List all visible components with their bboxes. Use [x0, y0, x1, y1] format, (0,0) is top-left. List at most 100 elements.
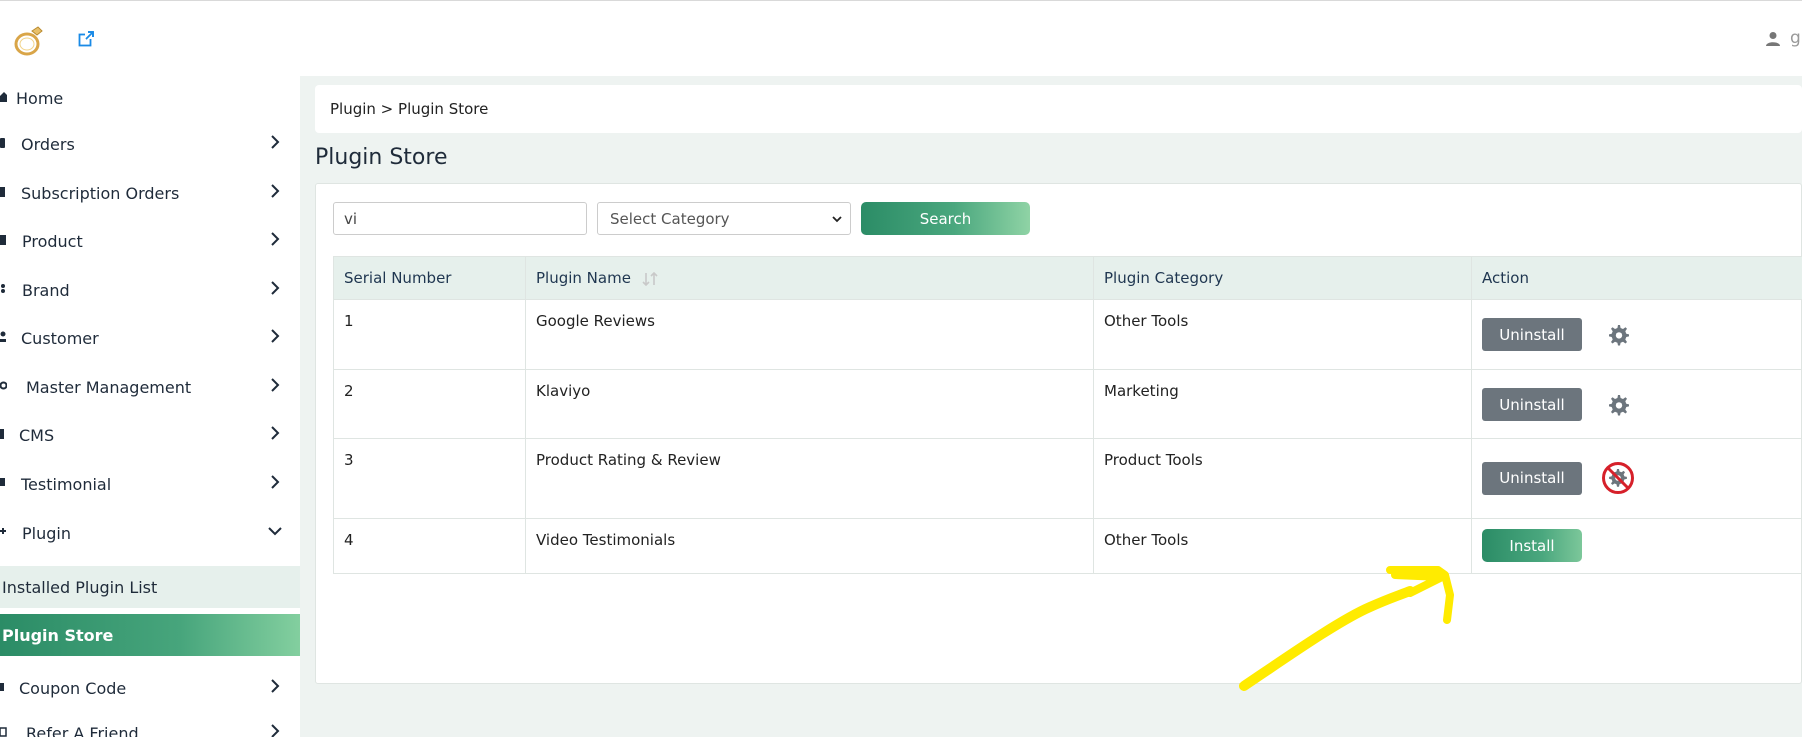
uninstall-button[interactable]: Uninstall [1482, 461, 1582, 495]
settings-disabled-icon[interactable] [1601, 461, 1635, 495]
chevron-right-icon [271, 135, 280, 149]
orders-icon [0, 138, 5, 148]
product-icon [0, 235, 6, 245]
chevron-right-icon [271, 329, 280, 343]
chevron-right-icon [271, 475, 280, 489]
chevron-right-icon [271, 378, 280, 392]
table-row: 3 Product Rating & Review Product Tools … [333, 438, 1802, 519]
external-link-icon[interactable] [78, 31, 94, 47]
chevron-right-icon [271, 281, 280, 295]
sidebar-item-customer[interactable]: Customer [0, 317, 300, 359]
breadcrumb[interactable]: Plugin > Plugin Store [330, 100, 488, 118]
sidebar-item-label: Testimonial [21, 474, 112, 494]
sidebar-subitem-label: Installed Plugin List [2, 577, 158, 597]
cell-plugin-name: Klaviyo [525, 369, 1094, 439]
install-button[interactable]: Install [1482, 529, 1582, 562]
chevron-right-icon [271, 679, 280, 693]
chevron-down-icon [832, 216, 842, 223]
testimonial-icon [0, 478, 5, 486]
sidebar-item-master-management[interactable]: Master Management [0, 366, 300, 408]
sidebar-subitem-installed-plugin-list[interactable]: Installed Plugin List [0, 566, 300, 608]
sidebar-subitem-label: Plugin Store [2, 625, 114, 645]
cell-action: Uninstall [1471, 369, 1802, 439]
plugin-table: Serial Number Plugin Name Plugin Categor… [333, 256, 1802, 574]
cell-plugin-category: Other Tools [1093, 299, 1472, 370]
sidebar-item-refer-a-friend[interactable]: Refer A Friend [0, 712, 300, 737]
uninstall-button[interactable]: Uninstall [1482, 318, 1582, 351]
sidebar-item-testimonial[interactable]: Testimonial [0, 463, 300, 505]
cell-serial: 1 [333, 299, 526, 370]
sidebar-item-label: CMS [19, 425, 55, 445]
sidebar-item-cms[interactable]: CMS [0, 414, 300, 456]
cell-action: Install [1471, 518, 1802, 574]
settings-icon[interactable] [1605, 392, 1631, 418]
table-row: 1 Google Reviews Other Tools Uninstall [333, 299, 1802, 370]
chevron-right-icon [271, 426, 280, 440]
sidebar-item-subscription-orders[interactable]: Subscription Orders [0, 172, 300, 214]
column-header-label: Plugin Name [536, 269, 631, 287]
sidebar-item-label: Product [22, 231, 83, 251]
gear-icon [0, 381, 7, 390]
brand-icon [1, 284, 5, 293]
top-bar: g [0, 0, 1802, 76]
ring-logo-icon[interactable] [12, 23, 46, 59]
column-header-serial: Serial Number [333, 256, 526, 300]
breadcrumb-bar: Plugin > Plugin Store [315, 85, 1802, 133]
uninstall-button[interactable]: Uninstall [1482, 388, 1582, 421]
column-header-plugin-category: Plugin Category [1093, 256, 1472, 300]
cell-serial: 3 [333, 438, 526, 519]
sidebar-item-label: Subscription Orders [21, 183, 180, 203]
sidebar-item-orders[interactable]: Orders [0, 123, 300, 165]
sidebar-item-label: Coupon Code [19, 678, 127, 698]
sidebar-item-label: Plugin [22, 523, 71, 543]
subscription-icon [0, 187, 5, 197]
cms-icon [0, 429, 4, 439]
search-button[interactable]: Search [861, 202, 1030, 235]
sidebar-item-label: Customer [21, 328, 99, 348]
page-title: Plugin Store [315, 145, 448, 170]
table-header-row: Serial Number Plugin Name Plugin Categor… [333, 256, 1802, 300]
sort-icon[interactable] [640, 271, 662, 286]
sidebar: Home Orders Subscription Orders Product … [0, 76, 300, 737]
cell-action: Uninstall [1471, 438, 1802, 519]
cell-plugin-category: Product Tools [1093, 438, 1472, 519]
settings-icon[interactable] [1605, 322, 1631, 348]
category-select-value: Select Category [610, 209, 730, 228]
cell-serial: 4 [333, 518, 526, 574]
user-name[interactable]: g [1790, 28, 1801, 48]
table-row: 2 Klaviyo Marketing Uninstall [333, 369, 1802, 439]
home-icon [0, 92, 7, 102]
column-header-action: Action [1471, 256, 1802, 300]
plugin-store-card: Select Category Search Serial Number Plu… [315, 183, 1802, 684]
sidebar-item-label: Orders [21, 134, 75, 154]
customer-icon [0, 331, 6, 342]
chevron-right-icon [271, 184, 280, 198]
sidebar-subitem-plugin-store[interactable]: Plugin Store [0, 614, 300, 656]
sidebar-item-brand[interactable]: Brand [0, 269, 300, 311]
cell-plugin-category: Marketing [1093, 369, 1472, 439]
table-row: 4 Video Testimonials Other Tools Install [333, 518, 1802, 574]
column-header-plugin-name[interactable]: Plugin Name [525, 256, 1094, 300]
sidebar-item-coupon-code[interactable]: Coupon Code [0, 667, 300, 709]
cell-action: Uninstall [1471, 299, 1802, 370]
sidebar-item-plugin[interactable]: Plugin [0, 512, 300, 554]
coupon-icon [0, 683, 4, 691]
annotation-arrow-icon [1239, 566, 1454, 691]
main-content: Plugin > Plugin Store Plugin Store Selec… [300, 76, 1802, 737]
sidebar-item-home[interactable]: Home [0, 77, 300, 119]
user-icon[interactable] [1765, 31, 1781, 47]
sidebar-item-product[interactable]: Product [0, 220, 300, 262]
chevron-right-icon [271, 724, 280, 737]
category-select[interactable]: Select Category [597, 202, 851, 235]
chevron-right-icon [271, 232, 280, 246]
refer-icon [0, 727, 7, 737]
cell-plugin-name: Video Testimonials [525, 518, 1094, 574]
plugin-icon [0, 528, 6, 534]
cell-plugin-name: Product Rating & Review [525, 438, 1094, 519]
cell-serial: 2 [333, 369, 526, 439]
search-input[interactable] [333, 202, 587, 235]
sidebar-item-label: Master Management [26, 377, 192, 397]
cell-plugin-name: Google Reviews [525, 299, 1094, 370]
sidebar-item-label: Home [16, 88, 64, 108]
chevron-down-icon [268, 527, 282, 536]
